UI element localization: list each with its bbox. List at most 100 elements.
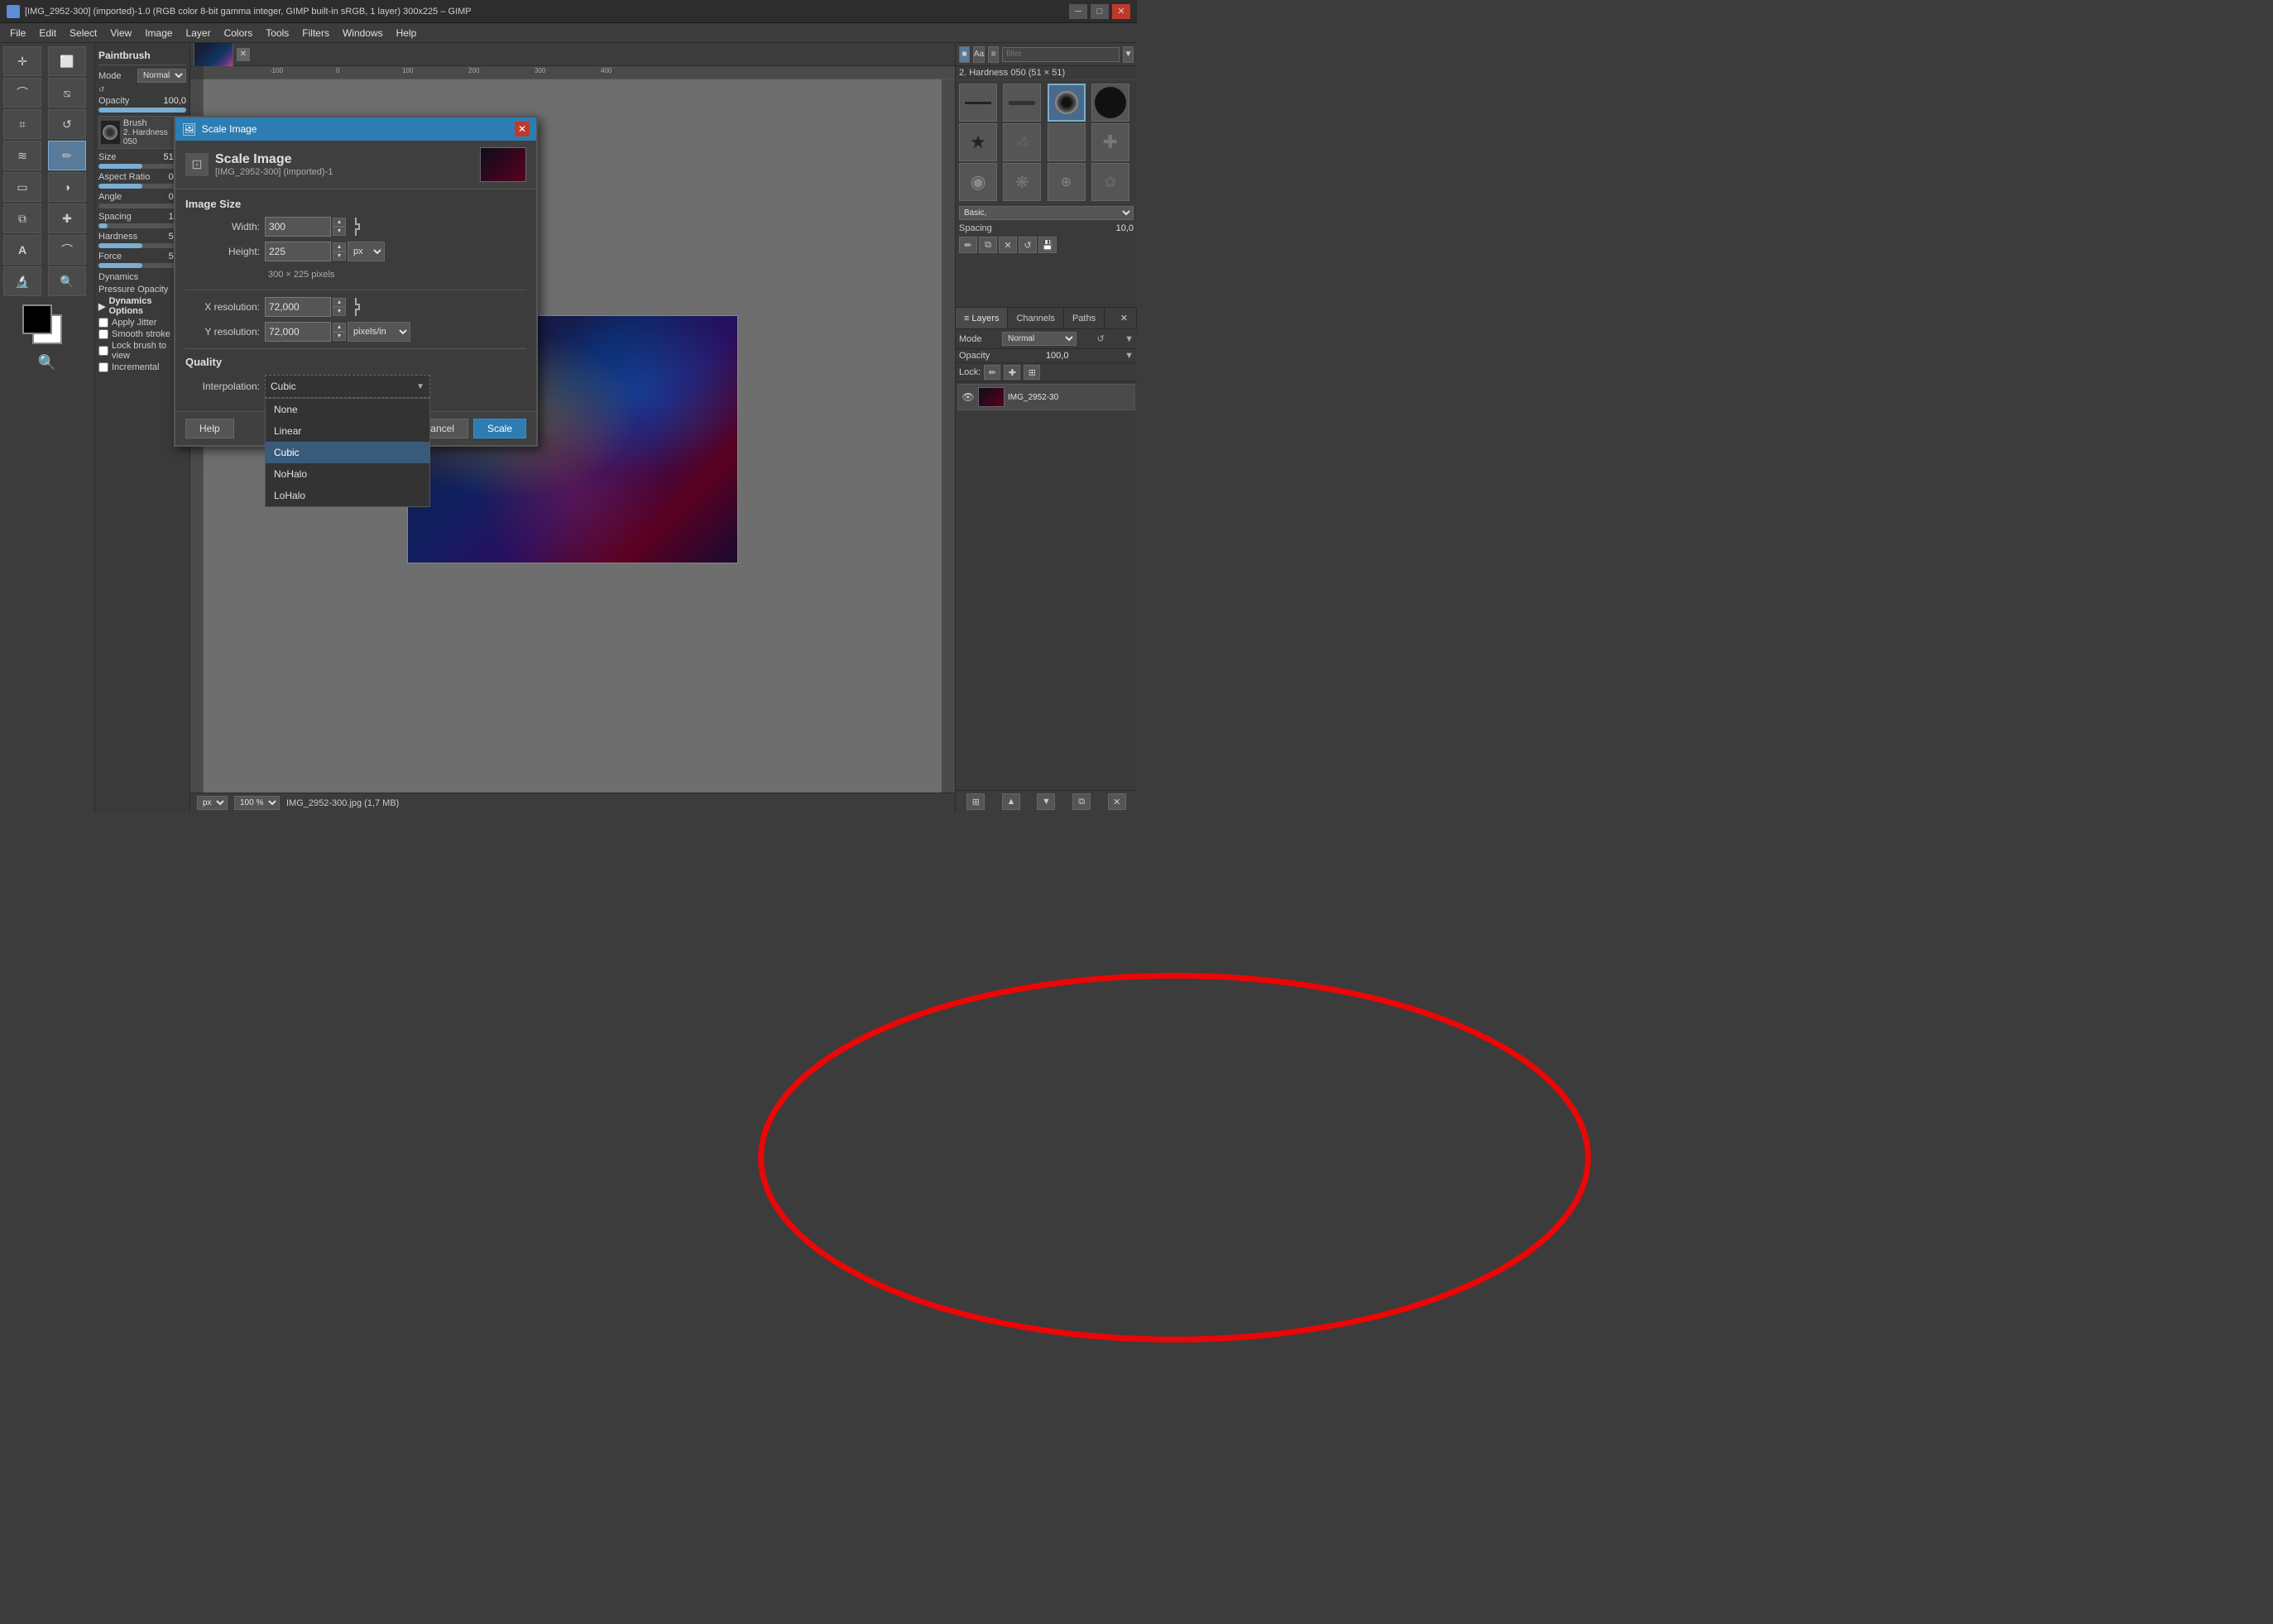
interpolation-option-none[interactable]: None bbox=[266, 399, 429, 420]
paintbrush-tool[interactable]: ✏ bbox=[48, 141, 86, 170]
tab-layers[interactable]: ≡ Layers bbox=[956, 308, 1008, 328]
height-spin-up[interactable]: ▲ bbox=[333, 242, 346, 252]
smooth-stroke-checkbox[interactable] bbox=[98, 329, 108, 339]
brush-filter-input[interactable] bbox=[1002, 47, 1120, 62]
eraser-tool[interactable]: ▭ bbox=[3, 172, 41, 202]
warp-tool[interactable]: ≋ bbox=[3, 141, 41, 170]
clone-tool[interactable]: ⧉ bbox=[3, 204, 41, 233]
reset-mode-icon[interactable]: ↺ bbox=[1096, 333, 1104, 344]
brush-cell-texture1[interactable]: ◉ bbox=[959, 163, 997, 201]
menu-colors[interactable]: Colors bbox=[218, 26, 260, 41]
menu-file[interactable]: File bbox=[3, 26, 32, 41]
dialog-close-button[interactable]: ✕ bbox=[515, 122, 530, 137]
zoom-select[interactable]: 100 % bbox=[234, 796, 280, 810]
lock-brush-checkbox[interactable] bbox=[98, 346, 108, 356]
menu-image[interactable]: Image bbox=[138, 26, 179, 41]
brush-cell-large-circle[interactable] bbox=[1091, 84, 1129, 122]
mode-select[interactable]: Normal bbox=[137, 69, 186, 83]
reset-icon[interactable]: ↺ bbox=[98, 85, 105, 94]
new-layer-group-btn[interactable]: ⊞ bbox=[966, 793, 985, 810]
fuzzy-select-tool[interactable]: ⧅ bbox=[48, 78, 86, 108]
interpolation-option-nohalo[interactable]: NoHalo bbox=[266, 463, 429, 485]
unit-select[interactable]: px bbox=[197, 796, 228, 810]
lock-position-btn[interactable]: ✚ bbox=[1004, 365, 1020, 380]
layer-item[interactable]: 👁 IMG_2952-30 bbox=[957, 384, 1135, 410]
brush-save-btn[interactable]: 💾 bbox=[1038, 237, 1057, 253]
brush-delete-btn[interactable]: ✕ bbox=[999, 237, 1017, 253]
crop-tool[interactable]: ⌗ bbox=[3, 109, 41, 139]
brush-edit-btn[interactable]: ✏ bbox=[959, 237, 977, 253]
airbrush-tool[interactable]: ◑ bbox=[48, 172, 86, 202]
apply-jitter-checkbox[interactable] bbox=[98, 318, 108, 328]
brush-cell-dots[interactable]: ··· bbox=[1048, 123, 1086, 161]
brush-cell-line2[interactable] bbox=[1003, 84, 1041, 122]
minimize-button[interactable]: ─ bbox=[1069, 4, 1087, 19]
move-layer-down-btn[interactable]: ▼ bbox=[1037, 793, 1055, 810]
height-spin-down[interactable]: ▼ bbox=[333, 252, 346, 261]
rect-select-tool[interactable]: ⬜ bbox=[48, 46, 86, 76]
width-height-link-icon[interactable] bbox=[348, 218, 364, 235]
lock-alpha-btn[interactable]: ⊞ bbox=[1024, 365, 1040, 380]
brush-cell-texture2[interactable]: ❋ bbox=[1003, 163, 1041, 201]
close-button[interactable]: ✕ bbox=[1112, 4, 1130, 19]
tab-paths[interactable]: Paths bbox=[1064, 308, 1105, 328]
help-button[interactable]: Help bbox=[185, 419, 234, 438]
brush-refresh-btn[interactable]: ↺ bbox=[1019, 237, 1037, 253]
y-resolution-input[interactable] bbox=[265, 322, 331, 342]
brush-option-1[interactable]: ■ bbox=[959, 46, 970, 63]
menu-windows[interactable]: Windows bbox=[336, 26, 390, 41]
foreground-color-swatch[interactable] bbox=[22, 304, 52, 334]
y-res-spin-up[interactable]: ▲ bbox=[333, 323, 346, 332]
menu-filters[interactable]: Filters bbox=[295, 26, 336, 41]
layers-panel-close[interactable]: ✕ bbox=[1112, 308, 1137, 328]
lasso-tool[interactable]: ⌒ bbox=[3, 78, 41, 108]
vertical-scrollbar[interactable] bbox=[942, 79, 955, 799]
menu-help[interactable]: Help bbox=[390, 26, 424, 41]
width-spin-up[interactable]: ▲ bbox=[333, 218, 346, 227]
dimension-unit-select[interactable]: px % in mm bbox=[348, 242, 385, 261]
opacity-step-icon[interactable]: ▼ bbox=[1125, 351, 1134, 361]
brush-option-2[interactable]: Aa bbox=[973, 46, 985, 63]
brush-copy-btn[interactable]: ⧉ bbox=[979, 237, 997, 253]
heal-tool[interactable]: ✚ bbox=[48, 204, 86, 233]
x-resolution-input[interactable] bbox=[265, 297, 331, 317]
brush-cell-splat[interactable]: ⁂ bbox=[1003, 123, 1041, 161]
brush-cell-line1[interactable] bbox=[959, 84, 997, 122]
brushes-menu-icon[interactable]: ▼ bbox=[1123, 46, 1134, 63]
interpolation-option-lohalo[interactable]: LoHalo bbox=[266, 485, 429, 506]
x-res-spin-down[interactable]: ▼ bbox=[333, 307, 346, 316]
color-picker-tool[interactable]: 🔬 bbox=[3, 266, 41, 296]
menu-tools[interactable]: Tools bbox=[259, 26, 295, 41]
menu-select[interactable]: Select bbox=[63, 26, 103, 41]
height-input[interactable] bbox=[265, 242, 331, 261]
search-icon[interactable]: 🔍 bbox=[38, 354, 56, 371]
layer-option-icon[interactable]: ▼ bbox=[1125, 334, 1134, 344]
tab-channels[interactable]: Channels bbox=[1008, 308, 1063, 328]
brush-cell-star[interactable]: ★ bbox=[959, 123, 997, 161]
menu-view[interactable]: View bbox=[103, 26, 138, 41]
layer-visibility-toggle[interactable]: 👁 bbox=[961, 390, 975, 404]
dialog-titlebar[interactable]: 🖼 Scale Image ✕ bbox=[175, 117, 536, 141]
y-res-spin-down[interactable]: ▼ bbox=[333, 332, 346, 341]
interpolation-option-linear[interactable]: Linear bbox=[266, 420, 429, 442]
brush-cell-hardness050[interactable] bbox=[1048, 84, 1086, 122]
tool-search[interactable]: 🔍 bbox=[0, 351, 94, 375]
lock-pixels-btn[interactable]: ✏ bbox=[984, 365, 1000, 380]
menu-edit[interactable]: Edit bbox=[32, 26, 63, 41]
interpolation-option-cubic[interactable]: Cubic bbox=[266, 442, 429, 463]
zoom-tool[interactable]: 🔍 bbox=[48, 266, 86, 296]
layers-mode-select[interactable]: Normal bbox=[1002, 332, 1077, 346]
brush-category-select[interactable]: Basic, bbox=[959, 206, 1134, 220]
brush-cell-texture4[interactable]: ✿ bbox=[1091, 163, 1129, 201]
move-layer-up-btn[interactable]: ▲ bbox=[1002, 793, 1020, 810]
text-tool[interactable]: A bbox=[3, 235, 41, 265]
transform-tool[interactable]: ↺ bbox=[48, 109, 86, 139]
x-res-spin-up[interactable]: ▲ bbox=[333, 298, 346, 307]
maximize-button[interactable]: □ bbox=[1091, 4, 1109, 19]
incremental-checkbox[interactable] bbox=[98, 362, 108, 372]
brush-cell-cross[interactable]: ✚ bbox=[1091, 123, 1129, 161]
width-input[interactable] bbox=[265, 217, 331, 237]
delete-layer-btn[interactable]: ✕ bbox=[1108, 793, 1126, 810]
xy-res-link-icon[interactable] bbox=[348, 299, 364, 315]
interpolation-dropdown-button[interactable]: Cubic ▼ bbox=[265, 375, 430, 398]
